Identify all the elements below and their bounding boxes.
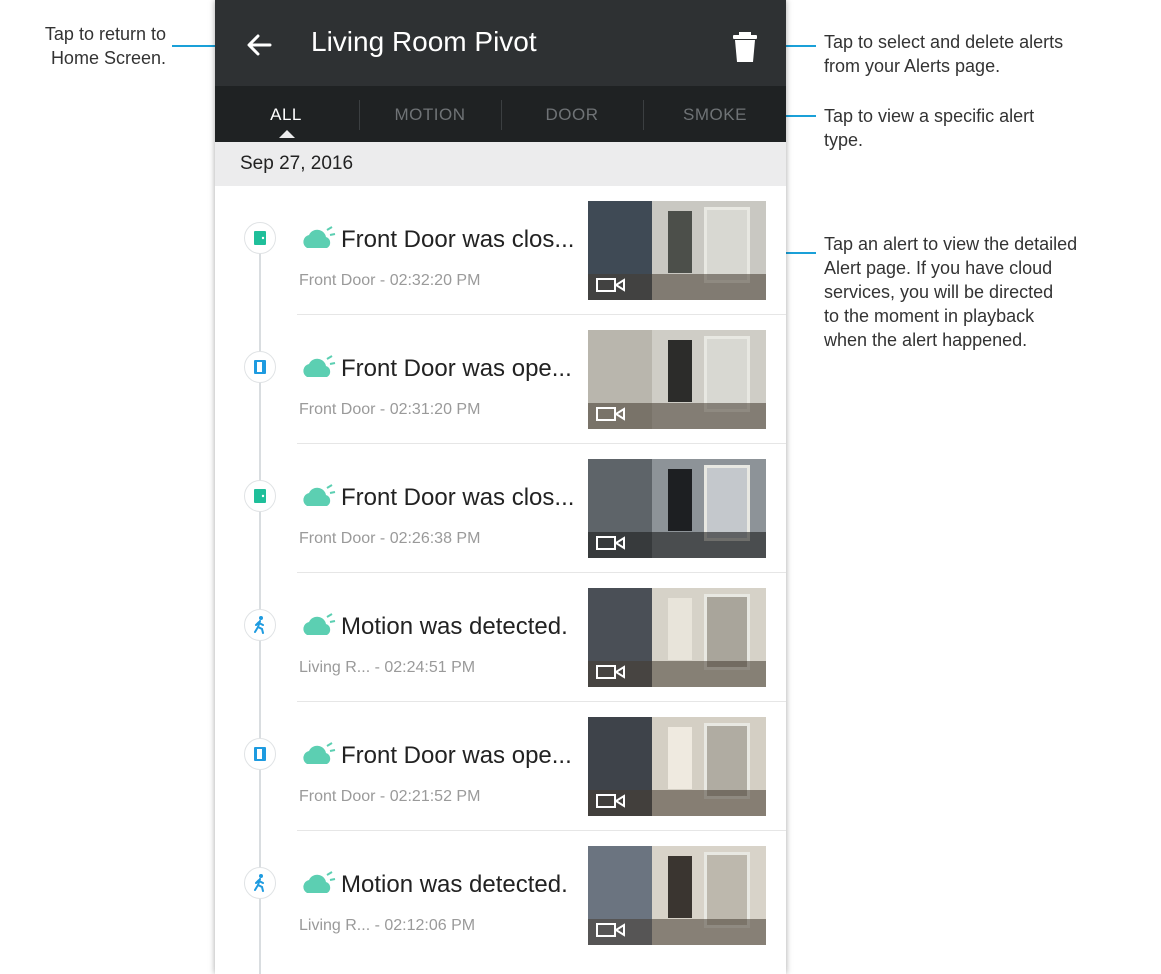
motion-icon <box>244 609 276 641</box>
alert-thumbnail[interactable] <box>588 588 766 687</box>
alert-title: Motion was detected. <box>341 613 568 640</box>
callout-delete: Tap to select and delete alerts from you… <box>824 32 1064 76</box>
date-header: Sep 27, 2016 <box>215 142 786 186</box>
alert-title: Motion was detected. <box>341 871 568 898</box>
phone-screen: Living Room Pivot ALL MOTION DOOR SMOKE … <box>215 0 786 974</box>
alert-subtitle: Living R... - 02:12:06 PM <box>299 917 476 934</box>
cloud-icon <box>303 871 336 893</box>
video-camera-icon <box>596 665 625 679</box>
video-camera-icon <box>596 923 625 937</box>
video-camera-icon <box>596 536 625 550</box>
alert-subtitle: Front Door - 02:31:20 PM <box>299 401 481 418</box>
alert-title: Front Door was clos... <box>341 226 575 253</box>
back-button[interactable] <box>237 22 283 68</box>
alert-title: Front Door was ope... <box>341 742 572 769</box>
alert-row[interactable]: Front Door was clos... Front Door - 02:2… <box>215 444 786 573</box>
alert-subtitle: Front Door - 02:26:38 PM <box>299 530 481 547</box>
arrow-left-icon <box>247 34 272 56</box>
alert-type-tabs: ALL MOTION DOOR SMOKE <box>215 86 786 142</box>
alert-row[interactable]: Front Door was ope... Front Door - 02:21… <box>215 702 786 831</box>
motion-icon <box>244 867 276 899</box>
cloud-icon <box>303 742 336 764</box>
alert-title: Front Door was ope... <box>341 355 572 382</box>
callout-back: Tap to return to Home Screen. <box>44 24 166 68</box>
door-opened-icon <box>244 351 276 383</box>
cloud-icon <box>303 613 336 635</box>
door-closed-icon <box>244 222 276 254</box>
date-label: Sep 27, 2016 <box>240 153 354 174</box>
alert-thumbnail[interactable] <box>588 459 766 558</box>
alert-title: Front Door was clos... <box>341 484 575 511</box>
callout-alert: Tap an alert to view the detailed Alert … <box>824 234 1078 350</box>
alert-thumbnail[interactable] <box>588 717 766 816</box>
callout-filter: Tap to view a specific alert type. <box>824 106 1035 150</box>
alert-row[interactable]: Motion was detected. Living R... - 02:24… <box>215 573 786 702</box>
cloud-icon <box>303 355 336 377</box>
video-camera-icon <box>596 794 625 808</box>
alert-thumbnail[interactable] <box>588 846 766 945</box>
alert-row[interactable]: Front Door was ope... Front Door - 02:31… <box>215 315 786 444</box>
alert-subtitle: Living R... - 02:24:51 PM <box>299 659 476 676</box>
delete-alerts-button[interactable] <box>725 26 765 66</box>
alert-row[interactable]: Motion was detected. Living R... - 02:12… <box>215 831 786 960</box>
alert-row[interactable]: Front Door was clos... Front Door - 02:3… <box>215 186 786 315</box>
trash-icon <box>733 32 757 62</box>
alert-subtitle: Front Door - 02:32:20 PM <box>299 272 481 289</box>
page-title: Living Room Pivot <box>311 26 537 57</box>
video-camera-icon <box>596 407 625 421</box>
app-bar: Living Room Pivot <box>215 0 786 86</box>
video-camera-icon <box>596 278 625 292</box>
cloud-icon <box>303 226 336 248</box>
door-closed-icon <box>244 480 276 512</box>
cloud-icon <box>303 484 336 506</box>
tab-motion[interactable]: MOTION <box>359 86 501 142</box>
alert-thumbnail[interactable] <box>588 330 766 429</box>
door-opened-icon <box>244 738 276 770</box>
alert-thumbnail[interactable] <box>588 201 766 300</box>
alert-subtitle: Front Door - 02:21:52 PM <box>299 788 481 805</box>
active-tab-indicator <box>279 130 295 138</box>
tab-door[interactable]: DOOR <box>501 86 643 142</box>
tab-smoke[interactable]: SMOKE <box>644 86 786 142</box>
